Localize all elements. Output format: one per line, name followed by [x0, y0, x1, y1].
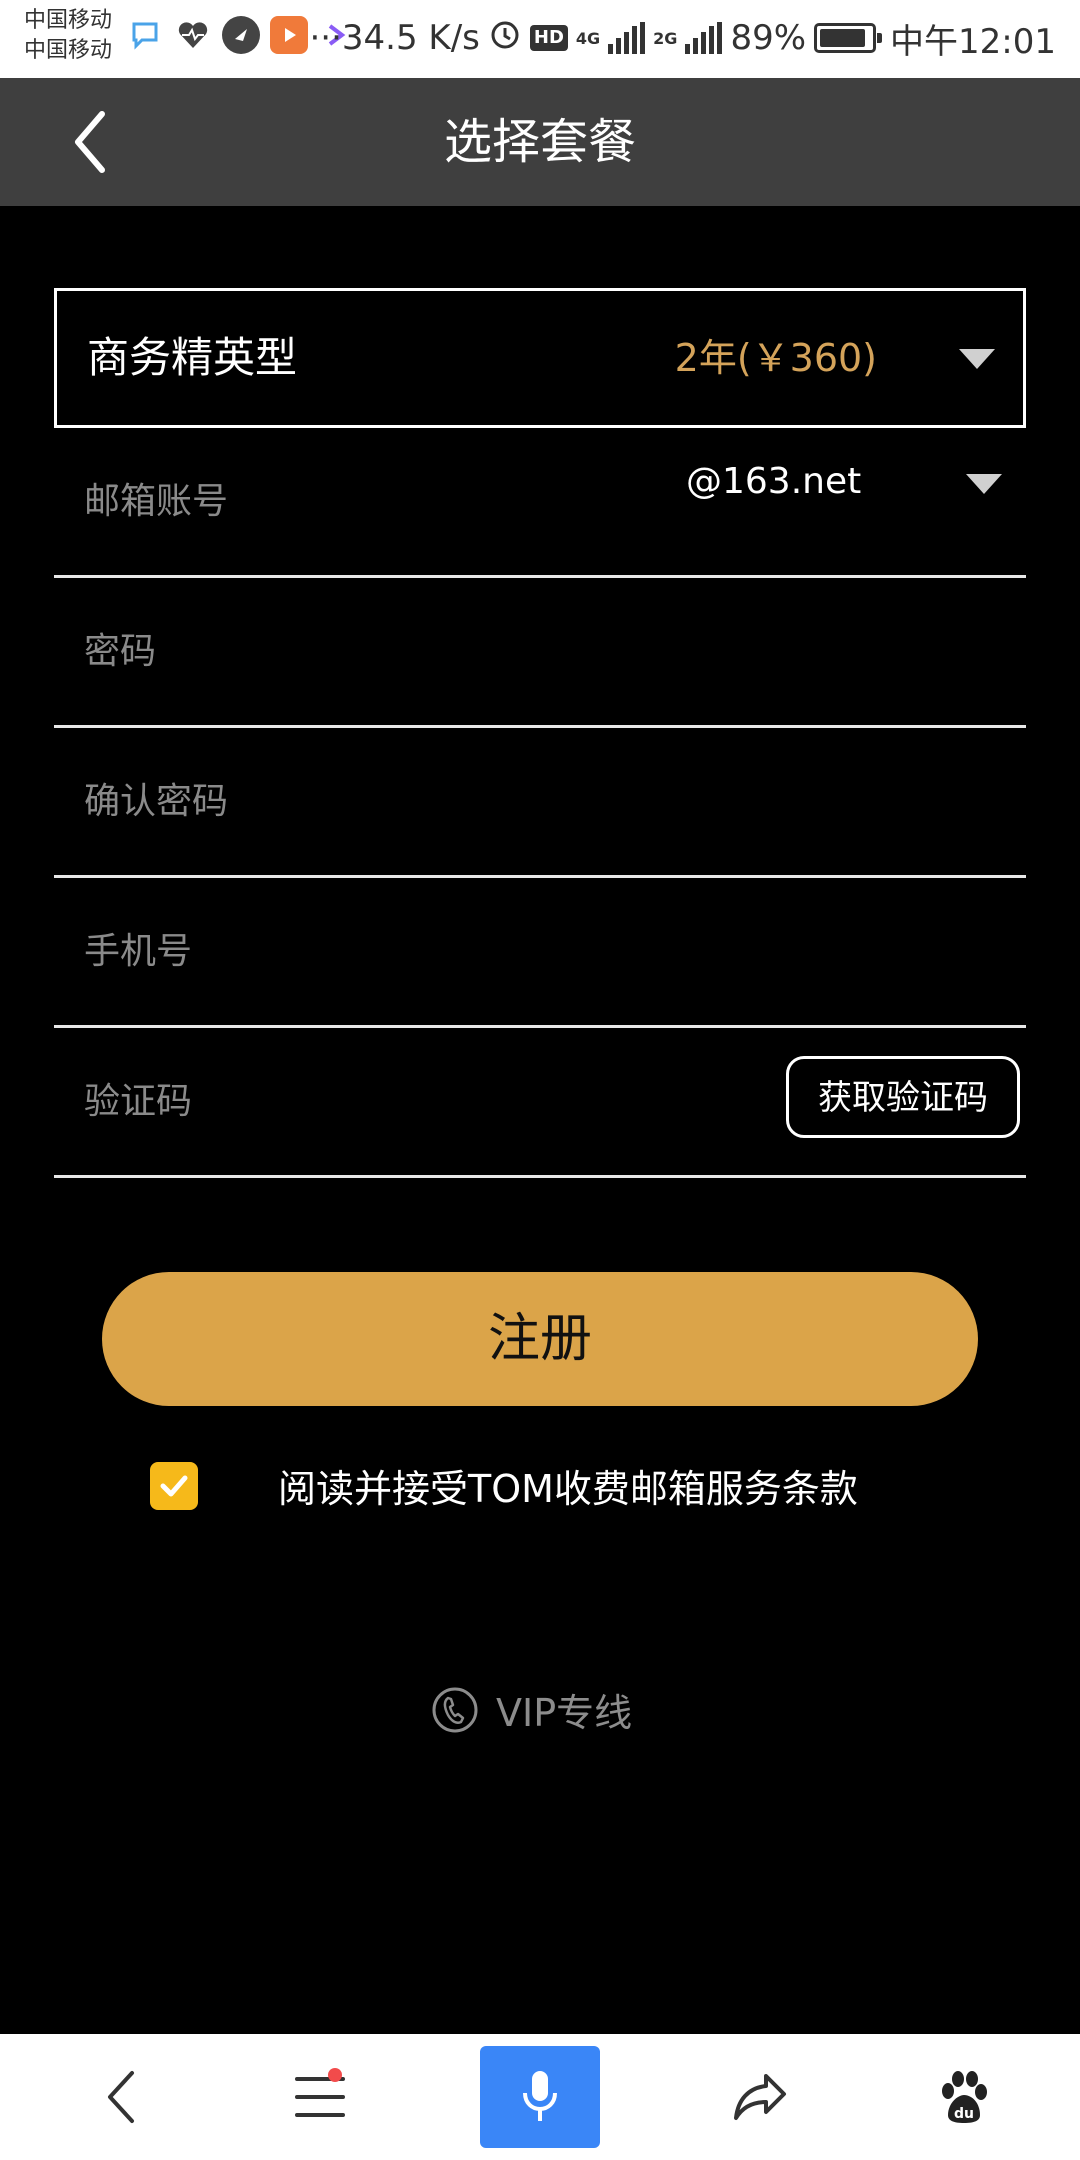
- carrier-1: 中国移动: [24, 8, 113, 33]
- agreement-row: 阅读并接受TOM收费邮箱服务条款: [150, 1458, 858, 1513]
- email-input[interactable]: [82, 428, 702, 575]
- signal-4g-icon: [608, 22, 646, 54]
- status-indicators: ···34.5 K/s HD 4G 2G 89% 中午12:01: [309, 14, 1056, 62]
- page-title: 选择套餐: [443, 114, 636, 170]
- bottom-navigation: du: [0, 2034, 1080, 2160]
- notification-dot: [328, 2068, 342, 2082]
- alarm-icon: [488, 17, 522, 60]
- nav-back-button[interactable]: [62, 2046, 182, 2148]
- share-button[interactable]: [700, 2046, 820, 2148]
- network-2g-label: 2G: [653, 28, 678, 48]
- plan-price: 2年(￥360): [674, 336, 877, 380]
- signal-2g-icon: [685, 22, 723, 54]
- chevron-left-icon: [108, 2071, 134, 2123]
- carrier-2: 中国移动: [24, 38, 113, 63]
- confirm-password-input[interactable]: [82, 728, 702, 875]
- carrier-info: 中国移动 中国移动: [24, 6, 112, 66]
- dropdown-arrow-icon: [959, 349, 995, 369]
- network-4g-label: 4G: [575, 28, 601, 48]
- agreement-checkbox[interactable]: [150, 1461, 198, 1510]
- vip-line-label: VIP专线: [496, 1691, 633, 1735]
- svg-text:du: du: [954, 2106, 974, 2122]
- code-input[interactable]: [82, 1028, 562, 1175]
- phone-row: [54, 878, 1026, 1028]
- email-domain-select[interactable]: @163.net: [686, 454, 1026, 510]
- dropdown-arrow-icon: [966, 474, 1002, 494]
- get-code-button[interactable]: 获取验证码: [786, 1056, 1020, 1138]
- title-bar: 选择套餐: [0, 78, 1080, 206]
- video-app-icon: [270, 16, 308, 54]
- heart-pulse-icon: [174, 16, 212, 54]
- phone-input[interactable]: [82, 878, 702, 1025]
- battery-percent: 89%: [730, 18, 807, 58]
- phone-icon: [432, 1687, 478, 1732]
- shield-app-icon: [222, 16, 260, 54]
- confirm-password-row: [54, 728, 1026, 878]
- voice-search-button[interactable]: [480, 2046, 600, 2148]
- microphone-icon: [523, 2071, 557, 2121]
- plan-select[interactable]: 商务精英型 2年(￥360): [54, 288, 1026, 428]
- vip-line-link[interactable]: VIP专线: [430, 1682, 632, 1737]
- battery-icon: [814, 23, 883, 53]
- checkmark-icon: [160, 1475, 188, 1496]
- hd-badge: HD: [529, 25, 568, 51]
- baidu-button[interactable]: du: [904, 2046, 1024, 2148]
- password-row: [54, 578, 1026, 728]
- network-speed: ···34.5 K/s: [309, 18, 480, 58]
- plan-name: 商务精英型: [87, 333, 298, 382]
- chat-bubble-icon: [126, 16, 164, 54]
- baidu-paw-icon: du: [942, 2071, 987, 2123]
- status-bar: 中国移动 中国移动 ···34.5 K/s HD 4G 2G 89% 中午12:…: [0, 0, 1080, 78]
- email-row: @163.net: [54, 428, 1026, 578]
- agreement-link[interactable]: 阅读并接受TOM收费邮箱服务条款: [278, 1458, 858, 1513]
- register-button[interactable]: 注册: [102, 1272, 978, 1406]
- code-row: 获取验证码: [54, 1028, 1026, 1178]
- email-domain: @163.net: [686, 461, 862, 502]
- nav-menu-button[interactable]: [260, 2046, 380, 2148]
- password-input[interactable]: [82, 578, 702, 725]
- clock: 中午12:01: [890, 21, 1056, 62]
- share-arrow-icon: [734, 2074, 786, 2120]
